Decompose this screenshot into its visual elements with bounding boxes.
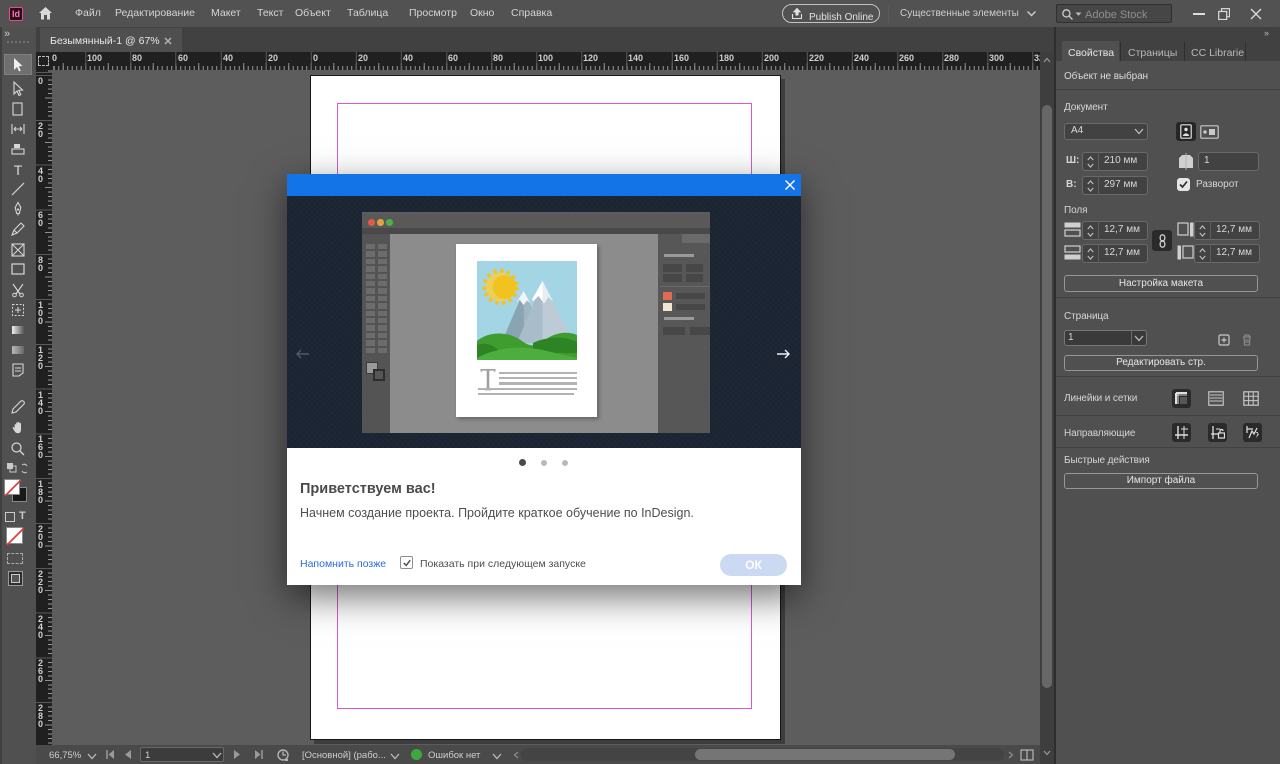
svg-text:T: T xyxy=(14,162,23,178)
